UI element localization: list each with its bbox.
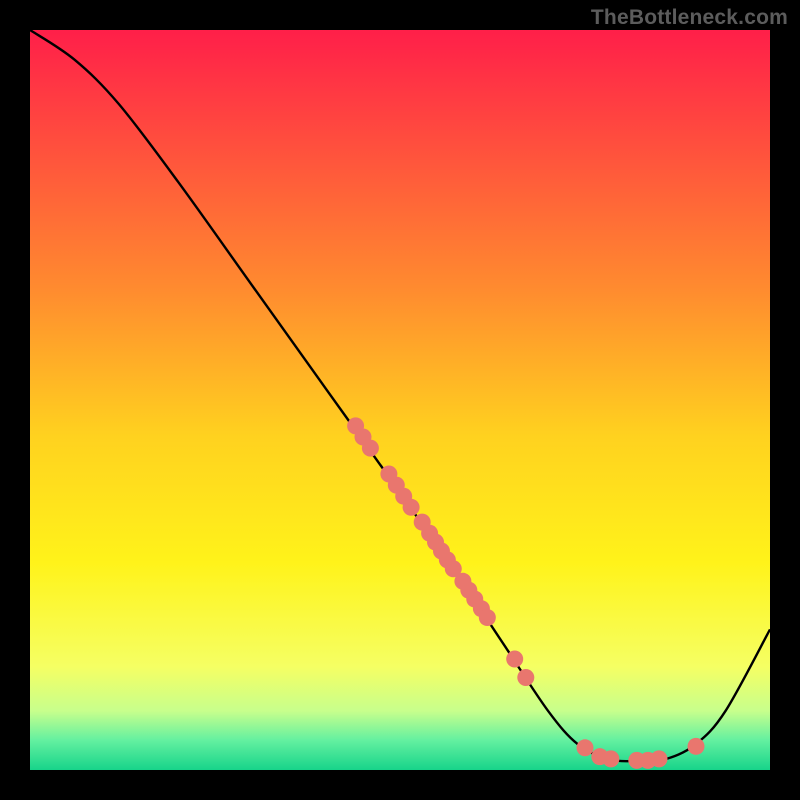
data-point: [602, 750, 619, 767]
chart-frame: TheBottleneck.com: [0, 0, 800, 800]
data-point: [362, 440, 379, 457]
gradient-background: [30, 30, 770, 770]
watermark-label: TheBottleneck.com: [591, 6, 788, 30]
plot-area: [30, 30, 770, 770]
data-point: [479, 609, 496, 626]
data-point: [506, 651, 523, 668]
data-point: [577, 739, 594, 756]
data-point: [688, 738, 705, 755]
data-point: [517, 669, 534, 686]
data-point: [403, 499, 420, 516]
data-point: [651, 750, 668, 767]
chart-svg: [30, 30, 770, 770]
